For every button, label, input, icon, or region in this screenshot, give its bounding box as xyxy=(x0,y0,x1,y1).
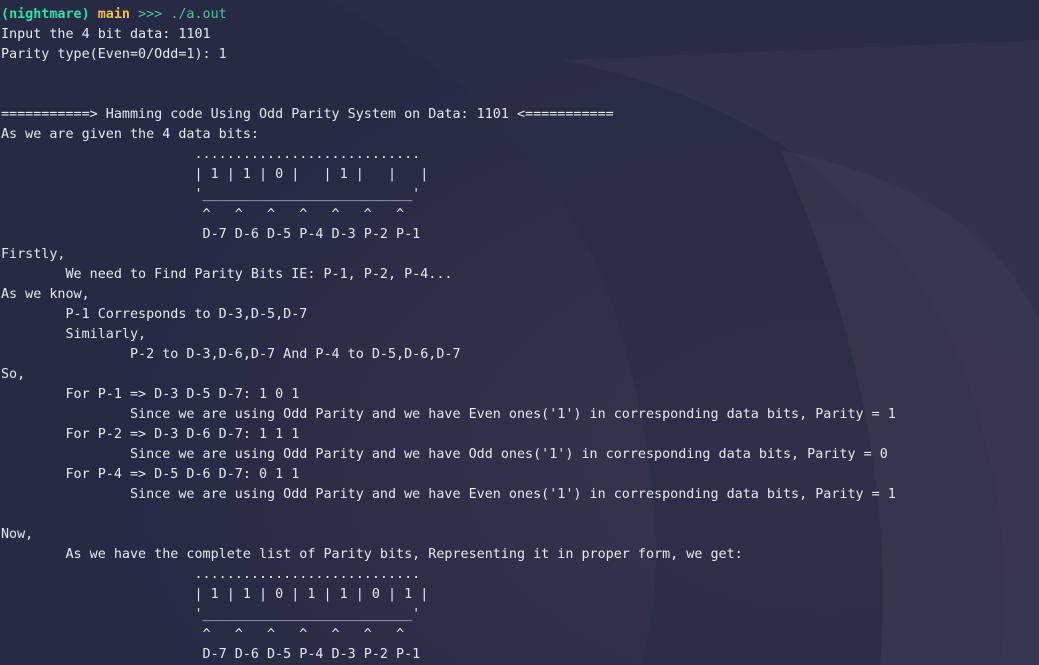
prompt-arrows: >>> xyxy=(138,7,163,22)
output-line: P-1 Corresponds to D-3,D-5,D-7 xyxy=(1,307,308,322)
bit-table-bottom: '__________________________' xyxy=(1,187,421,202)
output-line: We need to Find Parity Bits IE: P-1, P-2… xyxy=(1,267,453,282)
prompt-open-paren: ( xyxy=(1,7,10,22)
result-table-pointers: ^ ^ ^ ^ ^ ^ ^ xyxy=(1,627,405,642)
output-line: Input the 4 bit data: 1101 xyxy=(1,27,211,42)
output-line: As we know, xyxy=(1,287,90,302)
output-line: Since we are using Odd Parity and we hav… xyxy=(1,447,888,462)
output-line: P-2 to D-3,D-6,D-7 And P-4 to D-5,D-6,D-… xyxy=(1,347,461,362)
output-line: Since we are using Odd Parity and we hav… xyxy=(1,487,896,502)
output-line: As we are given the 4 data bits: xyxy=(1,127,259,142)
output-line: Firstly, xyxy=(1,247,66,262)
result-table-top: ............................ xyxy=(1,567,421,582)
output-line: Parity type(Even=0/Odd=1): 1 xyxy=(1,47,227,62)
bit-table-top: ............................ xyxy=(1,147,421,162)
result-table-labels: D-7 D-6 D-5 P-4 D-3 P-2 P-1 xyxy=(1,647,421,662)
prompt-branch: main xyxy=(97,7,130,22)
output-line: Similarly, xyxy=(1,327,147,342)
result-table-bottom: '__________________________' xyxy=(1,607,421,622)
output-line: Now, xyxy=(1,527,34,542)
bit-table-row: | 1 | 1 | 0 | | 1 | | | xyxy=(1,167,429,182)
prompt-env-name: nightmare xyxy=(9,7,82,22)
output-line: As we have the complete list of Parity b… xyxy=(1,547,743,562)
output-heading: ===========> Hamming code Using Odd Pari… xyxy=(1,107,614,122)
output-line: For P-4 => D-5 D-6 D-7: 0 1 1 xyxy=(1,467,300,482)
bit-table-labels: D-7 D-6 D-5 P-4 D-3 P-2 P-1 xyxy=(1,227,421,242)
bit-table-pointers: ^ ^ ^ ^ ^ ^ ^ xyxy=(1,207,405,222)
prompt-close-paren: ) xyxy=(81,7,90,22)
prompt-line: (nightmare) main >>> ./a.out xyxy=(1,5,896,25)
output-line: For P-2 => D-3 D-6 D-7: 1 1 1 xyxy=(1,427,300,442)
terminal-output: (nightmare) main >>> ./a.out Input the 4… xyxy=(1,5,896,665)
prompt-command: ./a.out xyxy=(170,7,227,22)
output-line: For P-1 => D-3 D-5 D-7: 1 0 1 xyxy=(1,387,300,402)
output-line: So, xyxy=(1,367,26,382)
result-table-row: | 1 | 1 | 0 | 1 | 1 | 0 | 1 | xyxy=(1,587,429,602)
output-line: Since we are using Odd Parity and we hav… xyxy=(1,407,896,422)
